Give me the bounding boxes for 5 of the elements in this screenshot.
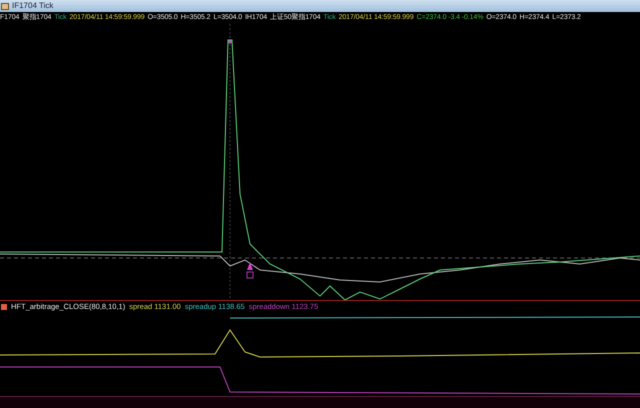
- indicator-icon: [1, 304, 7, 310]
- signal-marker-icon: [246, 262, 254, 278]
- peak-marker-icon: [228, 40, 232, 44]
- window-icon: [1, 2, 9, 10]
- window-title: IF1704 Tick: [12, 1, 54, 11]
